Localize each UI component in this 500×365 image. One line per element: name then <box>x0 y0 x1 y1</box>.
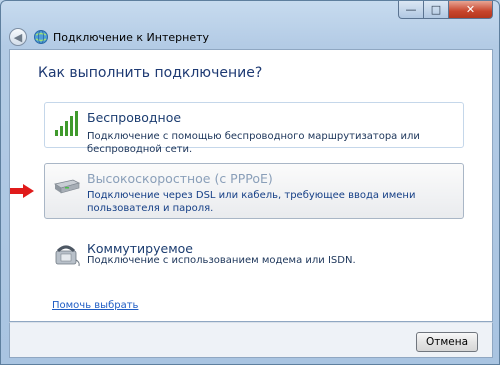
option-wireless-description: Подключение с помощью беспроводного марш… <box>87 131 420 155</box>
wireless-signal-icon <box>55 111 78 136</box>
option-dialup[interactable]: Коммутируемое Подключение с использовани… <box>44 233 464 267</box>
option-dialup-description: Подключение с использованием модема или … <box>87 255 356 266</box>
telephone-modem-icon <box>55 245 80 267</box>
modem-icon <box>53 179 81 194</box>
minimize-button[interactable]: — <box>398 1 424 19</box>
window-title: Подключение к Интернету <box>53 30 210 44</box>
page-heading: Как выполнить подключение? <box>38 65 263 81</box>
option-broadband-title: Высокоскоростное (с PPPoE) <box>87 171 273 186</box>
network-globe-icon <box>34 30 48 44</box>
wizard-footer: Отмена <box>9 322 493 358</box>
red-arrow-icon <box>10 184 34 198</box>
help-choose-link[interactable]: Помочь выбрать <box>52 300 138 311</box>
option-broadband-description: Подключение через DSL или кабель, требую… <box>87 190 416 214</box>
option-wireless-title: Беспроводное <box>87 110 182 125</box>
close-button[interactable]: ✕ <box>449 1 493 19</box>
back-button[interactable]: ◀ <box>9 28 27 46</box>
maximize-button[interactable]: □ <box>424 1 449 19</box>
option-broadband[interactable]: Высокоскоростное (с PPPoE) Подключение ч… <box>44 163 464 219</box>
title-bar: ◀ Подключение к Интернету <box>9 27 491 47</box>
wizard-content: Как выполнить подключение? Беспроводное … <box>9 49 493 322</box>
option-wireless[interactable]: Беспроводное Подключение с помощью беспр… <box>44 102 464 155</box>
window-frame: — □ ✕ ◀ Подключение к Интернету Как выпо… <box>0 0 500 365</box>
cancel-button[interactable]: Отмена <box>416 332 478 352</box>
caption-buttons: — □ ✕ <box>398 1 493 19</box>
